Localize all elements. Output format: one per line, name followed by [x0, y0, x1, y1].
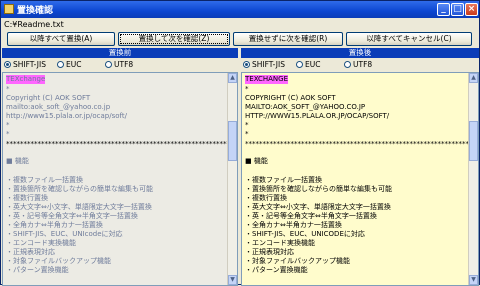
- text-line: MAILTO:AOK_SOFT_@YAHOO.CO.JP: [245, 103, 366, 111]
- text-line: *: [245, 85, 249, 93]
- scroll-thumb[interactable]: [469, 121, 478, 161]
- radio-icon: [296, 61, 303, 68]
- cancel-all-button[interactable]: 以降すべてキャンセル(C): [346, 32, 472, 46]
- after-text-area[interactable]: TEXCHANGE * COPYRIGHT (C) AOK SOFT MAILTO:A…: [241, 72, 479, 286]
- file-path: C:¥Readme.txt: [4, 20, 64, 29]
- text-line: Copyright (C) AOK SOFT: [6, 94, 91, 102]
- text-line: mailto:aok_soft_@yahoo.co.jp: [6, 103, 111, 111]
- radio-selected-icon: [243, 61, 250, 68]
- text-line: ・正規表現対応: [245, 248, 294, 256]
- encoding-shift-jis-left[interactable]: SHIFT-JIS: [4, 60, 46, 70]
- before-pane: 置換前 SHIFT-JIS EUC UTF8 TEXchange * Copyrig…: [2, 48, 238, 286]
- text-line: *: [6, 121, 10, 129]
- before-text-area[interactable]: TEXchange * Copyright (C) AOK SOFT mailto:a…: [2, 72, 238, 286]
- text-line: ・英大文字⇔小文字、単語限定大文字一括置換: [245, 203, 391, 211]
- minimize-button[interactable]: _: [437, 3, 450, 16]
- encoding-shift-jis-right[interactable]: SHIFT-JIS: [243, 60, 285, 70]
- text-line: ・パターン置換機能: [6, 266, 69, 274]
- replace-next-button[interactable]: 置換して次を確認(Z): [118, 32, 230, 46]
- text-line: *: [6, 85, 10, 93]
- text-line: ・エンコード実換機能: [6, 239, 76, 247]
- scroll-thumb[interactable]: [228, 121, 237, 161]
- radio-icon: [57, 61, 64, 68]
- encoding-euc-right[interactable]: EUC: [296, 60, 320, 70]
- text-line: ・英・記号等全角文字⇔半角文字一括置換: [6, 212, 138, 220]
- text-line: ・パターン置換機能: [245, 266, 308, 274]
- vertical-scrollbar[interactable]: ▲ ▼: [468, 73, 478, 285]
- text-line: ■ 機能: [6, 157, 29, 165]
- text-line: COPYRIGHT (C) AOK SOFT: [245, 94, 336, 102]
- close-button[interactable]: ×: [465, 3, 478, 16]
- text-line: ・複数行置換: [6, 194, 48, 202]
- maximize-button[interactable]: □: [451, 3, 464, 16]
- after-pane: 置換後 SHIFT-JIS EUC UTF8 TEXCHANGE * COPYRIG…: [241, 48, 479, 286]
- encoding-euc-left[interactable]: EUC: [57, 60, 81, 70]
- after-pane-header: 置換後: [241, 48, 479, 58]
- text-line: HTTP://WWW15.PLALA.OR.JP/OCAP/SOFT/: [245, 112, 390, 120]
- text-line: ****************************************…: [6, 140, 238, 148]
- radio-icon: [105, 61, 112, 68]
- text-line: ・英・記号等全角文字⇔半角文字一括置換: [245, 212, 377, 220]
- scroll-up-icon[interactable]: ▲: [469, 73, 478, 83]
- replace-confirm-window: 置換確認 _ □ × C:¥Readme.txt 以降すべて置換(A) 置換して…: [0, 0, 480, 286]
- text-line: ・対象ファイルバックアップ機能: [245, 257, 350, 265]
- radio-selected-icon: [4, 61, 11, 68]
- encoding-utf8-left[interactable]: UTF8: [105, 60, 133, 70]
- vertical-scrollbar[interactable]: ▲ ▼: [227, 73, 237, 285]
- app-icon: [4, 4, 14, 14]
- text-line: ・置換箇所を確認しながらの簡単な編集も可能: [245, 185, 392, 193]
- window-title: 置換確認: [17, 6, 54, 16]
- text-line: ・SHIFT-JIS、EUC、UNIcodeに対応: [6, 230, 123, 238]
- text-line: ・複数行置換: [245, 194, 287, 202]
- text-line: *: [245, 130, 249, 138]
- text-line: ・全角カナ⇔半角カナ一括置換: [245, 221, 342, 229]
- text-line: ・SHIFT-JIS、EUC、UNICODEに対応: [245, 230, 365, 238]
- text-line: ■ 機能: [245, 157, 268, 165]
- text-line: ・正規表現対応: [6, 248, 55, 256]
- text-line: ・英大文字⇔小文字、単語限定大文字一括置換: [6, 203, 152, 211]
- text-line: *: [245, 121, 249, 129]
- text-line: ・エンコード実換機能: [245, 239, 315, 247]
- text-line: ****************************************…: [245, 140, 479, 148]
- text-line: TEXCHANGE: [245, 75, 289, 84]
- text-line: TEXchange: [6, 75, 46, 84]
- text-line: ・置換箇所を確認しながらの簡単な編集も可能: [6, 185, 153, 193]
- text-line: ・全角カナ⇔半角カナ一括置換: [6, 221, 103, 229]
- skip-next-button[interactable]: 置換せずに次を確認(R): [233, 32, 343, 46]
- before-pane-header: 置換前: [2, 48, 238, 58]
- text-line: ・対象ファイルバックアップ機能: [6, 257, 111, 265]
- scroll-down-icon[interactable]: ▼: [469, 275, 478, 285]
- scroll-up-icon[interactable]: ▲: [228, 73, 237, 83]
- text-line: ・複数ファイル一括置換: [245, 176, 322, 184]
- title-bar[interactable]: 置換確認 _ □ ×: [1, 1, 479, 18]
- encoding-utf8-right[interactable]: UTF8: [344, 60, 372, 70]
- text-line: *: [6, 130, 10, 138]
- scroll-down-icon[interactable]: ▼: [228, 275, 237, 285]
- text-line: ・複数ファイル一括置換: [6, 176, 83, 184]
- text-line: http://www15.plala.or.jp/ocap/soft/: [6, 112, 127, 120]
- replace-all-button[interactable]: 以降すべて置換(A): [7, 32, 115, 46]
- radio-icon: [344, 61, 351, 68]
